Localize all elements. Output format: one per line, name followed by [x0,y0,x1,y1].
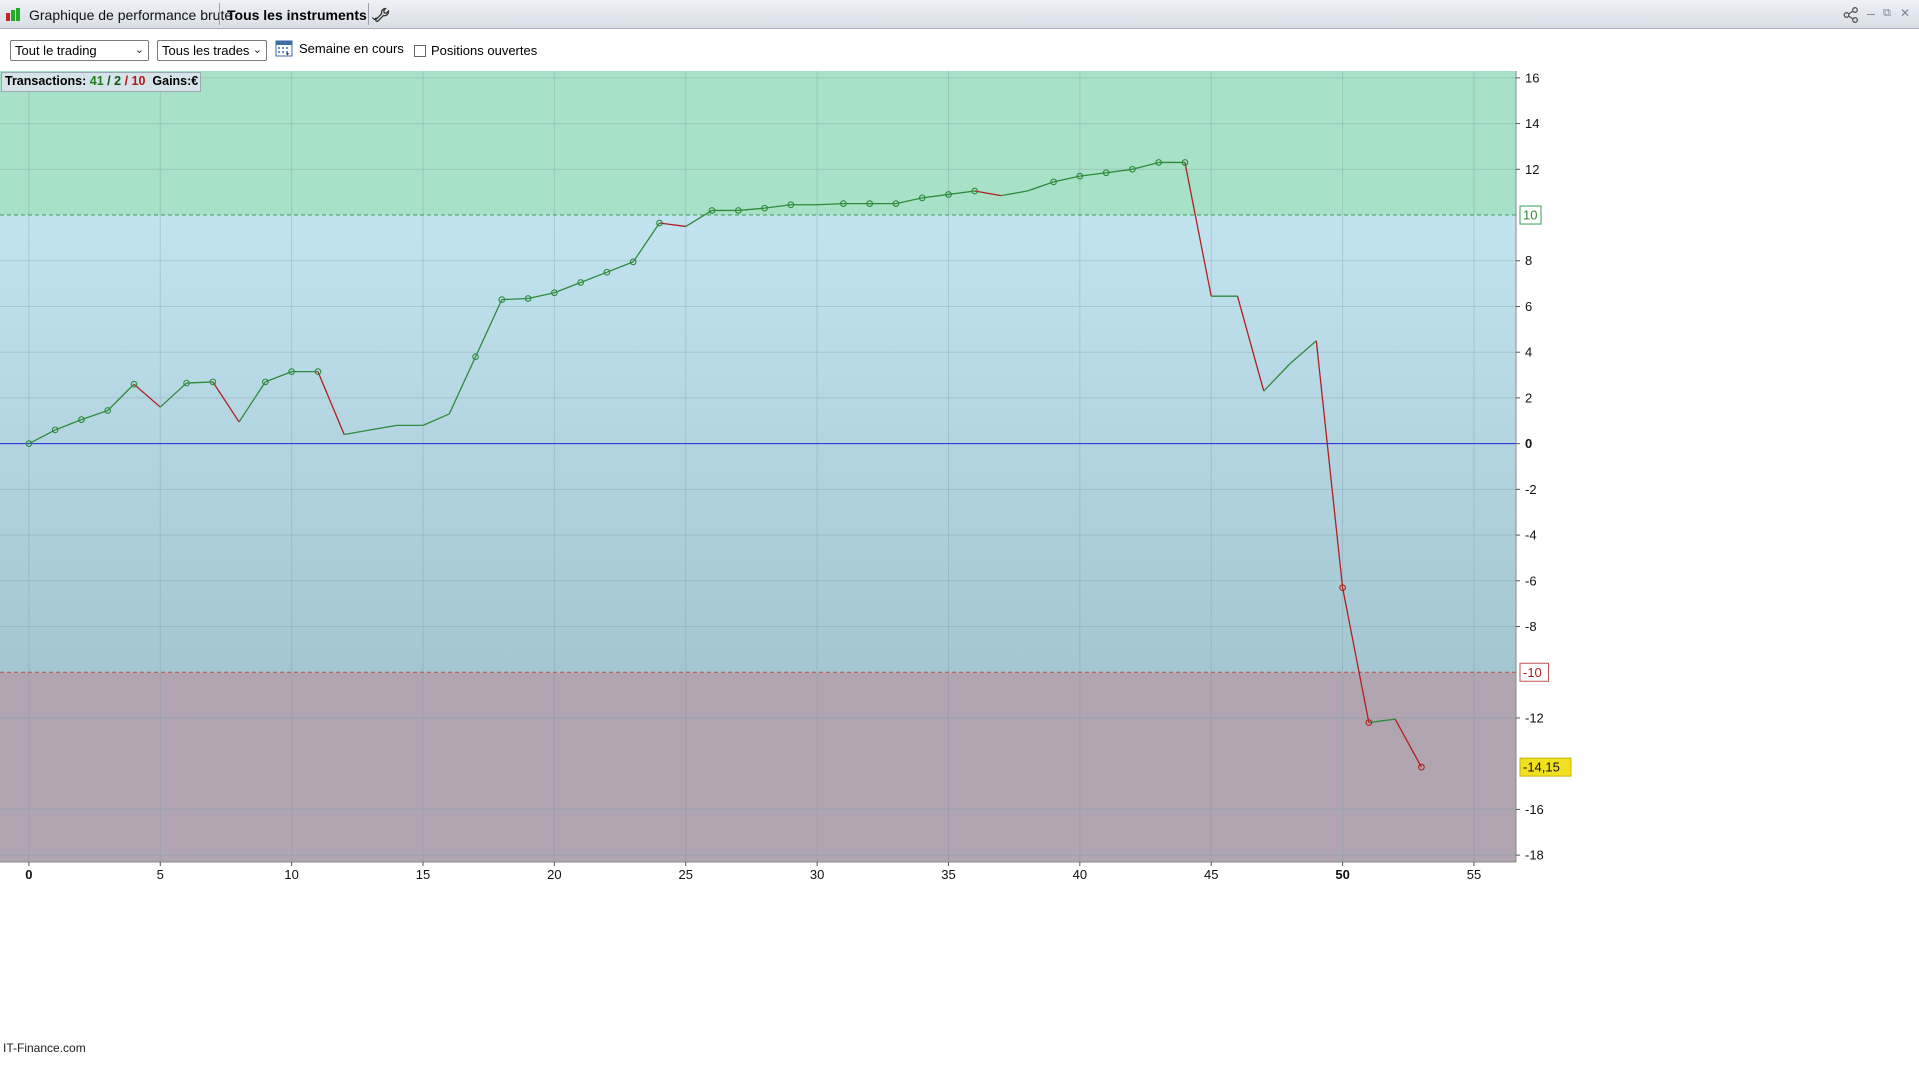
separator: / [124,74,129,88]
x-tick-label: 20 [547,867,561,882]
loss-zone [0,672,1516,862]
y-tick-label: 12 [1525,162,1539,177]
y-tick-label: -2 [1525,482,1537,497]
x-tick-label: 15 [416,867,430,882]
gains-unit: € [191,74,199,88]
chevron-down-icon: ⌄ [134,44,144,56]
x-tick-label: 50 [1335,867,1349,882]
y-tick-label: 14 [1525,116,1539,131]
lower-threshold-label: -10 [1523,665,1542,680]
instruments-label: Tous les instruments [227,7,367,23]
x-tick-label: 40 [1073,867,1087,882]
y-tick-label: -4 [1525,528,1537,543]
trades-select-value: Tous les trades [162,43,250,58]
x-tick-label: 5 [157,867,164,882]
gains-label: Gains: [152,74,192,88]
y-tick-label: -18 [1525,848,1544,863]
y-tick-label: 8 [1525,253,1532,268]
trading-select[interactable]: Tout le trading ⌄ [10,40,149,61]
toolbar: Tout le trading ⌄ Tous les trades ⌄ Sema… [0,29,1919,71]
watermark: IT-Finance.com [3,1041,86,1055]
separator: / [107,74,111,88]
profit-zone [0,71,1516,216]
y-tick-label: -12 [1525,710,1544,725]
y-tick-label: 4 [1525,345,1532,360]
x-tick-label: 30 [810,867,824,882]
x-tick-label: 0 [25,867,32,882]
x-tick-label: 35 [941,867,955,882]
transactions-label: Transactions: [5,74,87,88]
chevron-down-icon: ⌄ [252,44,262,56]
y-tick-label: 6 [1525,299,1532,314]
title-separator-2 [368,3,369,25]
open-positions-checkbox[interactable] [414,45,426,57]
y-tick-label: 0 [1525,436,1532,451]
y-tick-label: 2 [1525,390,1532,405]
window-title: Graphique de performance brute [29,7,233,23]
x-tick-label: 55 [1467,867,1481,882]
week-period-label[interactable]: Semaine en cours [299,41,404,56]
y-tick-label: 16 [1525,71,1539,85]
y-tick-label: -8 [1525,619,1537,634]
wrench-icon[interactable] [373,6,391,24]
chart-app-icon [6,8,20,21]
title-bar: Graphique de performance brute Tous les … [0,0,1919,29]
trading-select-value: Tout le trading [15,43,97,58]
transactions-summary: Transactions: 41 / 2 / 10 Gains:€ [1,72,202,92]
trades-select[interactable]: Tous les trades ⌄ [157,40,267,61]
y-tick-label: -16 [1525,802,1544,817]
chart-canvas[interactable]: 16141286420-2-4-6-8-12-16-180 5 10 15 20 25 30… [0,71,1919,1078]
restore-button[interactable]: ⧉ [1883,7,1891,20]
x-tick-label: 25 [679,867,693,882]
losing-trades-count: 10 [131,74,146,88]
last-value-label: -14,15 [1523,760,1560,775]
breakeven-trades-count: 2 [114,74,122,88]
x-tick-label: 10 [284,867,298,882]
instruments-dropdown[interactable]: Tous les instruments ⌄ [225,6,381,24]
x-axis-background [0,863,1919,1078]
calendar-icon[interactable] [275,39,293,57]
x-tick-label: 45 [1204,867,1218,882]
open-positions-label[interactable]: Positions ouvertes [431,43,537,58]
winning-trades-count: 41 [89,74,104,88]
title-separator [219,3,220,25]
minimize-button[interactable]: – [1867,5,1875,21]
share-icon[interactable] [1842,6,1860,24]
upper-threshold-label: 10 [1523,208,1537,223]
performance-chart[interactable]: 16 14 12 8 6 4 2 0 -2 -4 -6 -8 -12 -16 -18 0 5 10 15 20 25 30… [0,71,1919,1078]
close-button[interactable]: ✕ [1900,6,1910,20]
y-tick-label: -6 [1525,573,1537,588]
